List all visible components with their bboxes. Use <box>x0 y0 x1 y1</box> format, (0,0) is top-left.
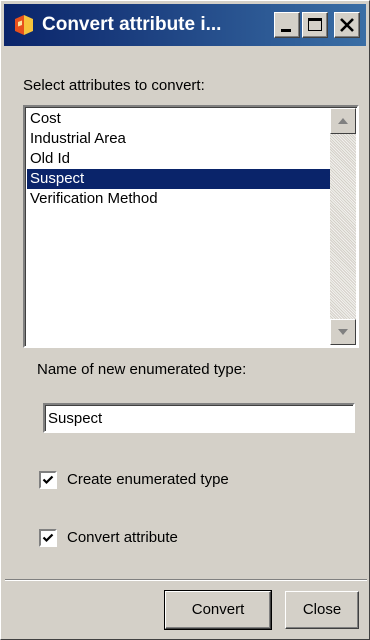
create-enum-checkbox[interactable] <box>39 471 57 489</box>
maximize-icon <box>308 18 322 31</box>
close-button[interactable] <box>334 12 360 38</box>
attributes-label: Select attributes to convert: <box>23 77 205 94</box>
enum-name-input[interactable] <box>43 403 355 433</box>
minimize-icon <box>281 29 291 32</box>
close-icon <box>340 18 354 32</box>
create-enum-label: Create enumerated type <box>67 471 229 488</box>
convert-attribute-checkbox[interactable] <box>39 529 57 547</box>
list-item[interactable]: Old Id <box>27 149 331 169</box>
arrow-down-icon <box>338 329 348 335</box>
window-title: Convert attribute i... <box>42 14 222 35</box>
convert-button[interactable]: Convert <box>164 590 272 630</box>
vertical-scrollbar[interactable] <box>330 108 356 345</box>
list-item-selected[interactable]: Suspect <box>27 169 331 189</box>
list-item[interactable]: Industrial Area <box>27 129 331 149</box>
list-item[interactable]: Verification Method <box>27 189 331 209</box>
attributes-list: Cost Industrial Area Old Id Suspect Veri… <box>27 109 331 209</box>
scroll-down-button[interactable] <box>330 319 356 345</box>
arrow-up-icon <box>338 118 348 124</box>
checkmark-icon <box>42 533 54 543</box>
convert-attribute-label: Convert attribute <box>67 529 178 546</box>
checkmark-icon <box>42 475 54 485</box>
close-dialog-button[interactable]: Close <box>285 591 359 629</box>
maximize-button[interactable] <box>302 12 328 38</box>
separator <box>5 579 367 581</box>
dialog-window: Convert attribute i... Select attributes… <box>0 0 370 640</box>
enum-name-label: Name of new enumerated type: <box>37 361 247 378</box>
scroll-up-button[interactable] <box>330 108 356 134</box>
minimize-button[interactable] <box>274 12 300 38</box>
attributes-listbox[interactable]: Cost Industrial Area Old Id Suspect Veri… <box>23 105 359 348</box>
list-item[interactable]: Cost <box>27 109 331 129</box>
title-bar[interactable]: Convert attribute i... <box>4 4 366 46</box>
app-icon <box>12 13 36 37</box>
